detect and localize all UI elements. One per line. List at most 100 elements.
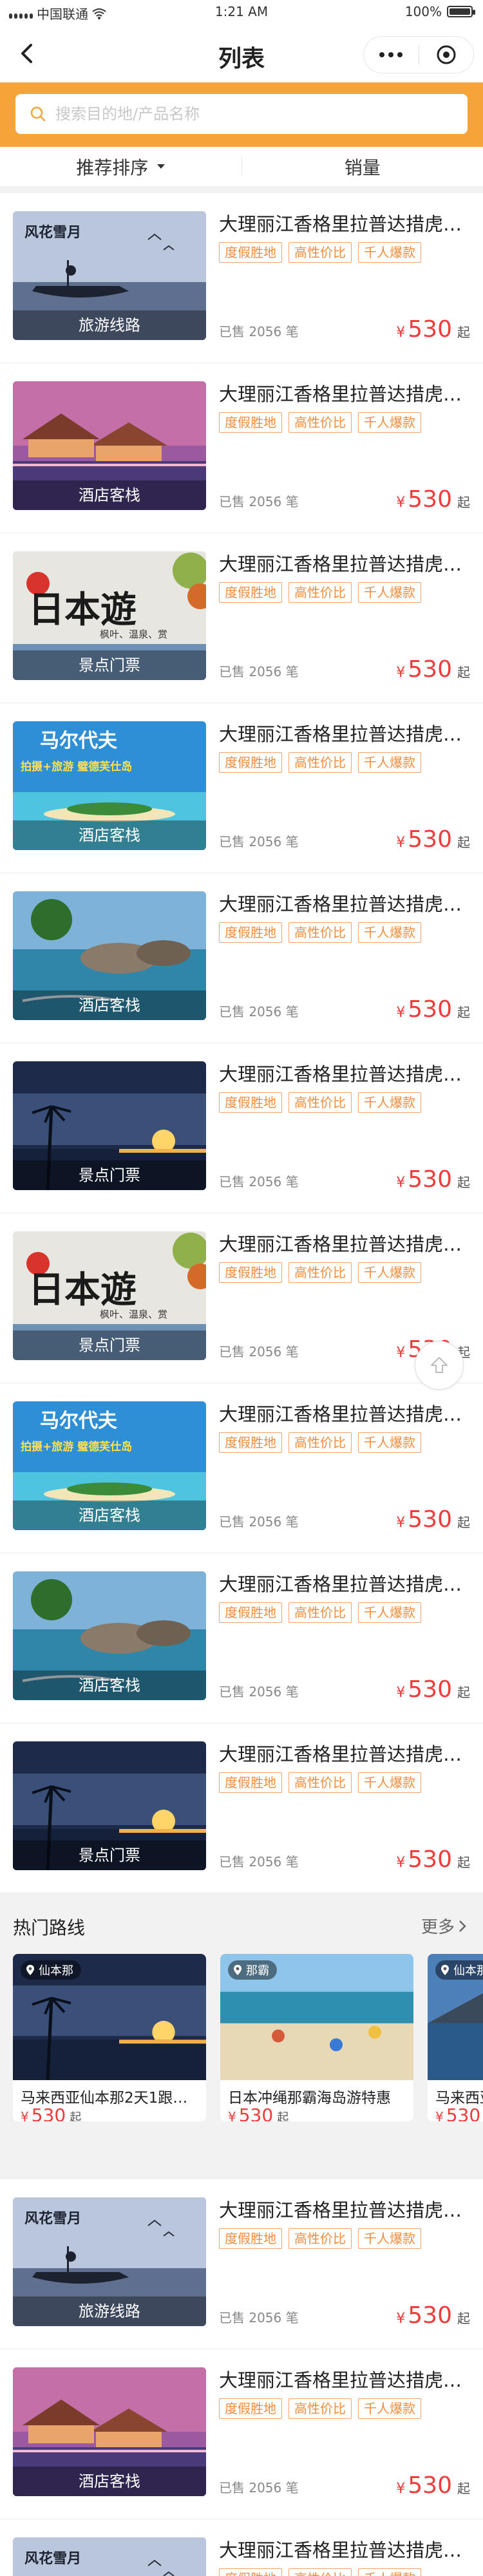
price-unit: 起: [457, 325, 470, 340]
product-price: ¥ 530 起: [396, 656, 470, 683]
product-badge: 度假胜地: [219, 242, 282, 263]
hot-route-carousel[interactable]: 仙本那 马来西亚仙本那2天1跟团游 ¥ 530 起 那霸 日本冲绳那霸海岛游特惠…: [13, 1954, 483, 2121]
product-title: 大理丽江香格里拉普达措虎跳峡: [219, 2539, 470, 2561]
product-badges: 度假胜地高性价比千人爆款: [219, 752, 470, 773]
price-unit: 起: [457, 1005, 470, 1020]
product-title: 大理丽江香格里拉普达措虎跳峡: [219, 553, 470, 575]
more-button[interactable]: [364, 37, 419, 73]
svg-text:日本遊: 日本遊: [28, 1269, 137, 1311]
close-miniprogram-button[interactable]: [419, 37, 474, 73]
target-icon: [437, 45, 456, 64]
product-title: 大理丽江香格里拉普达措虎跳峡: [219, 383, 470, 405]
navigation-bar: 列表: [0, 23, 483, 82]
sort-sales-filter[interactable]: 销量: [242, 147, 483, 186]
product-item[interactable]: 风花雪月 旅游线路 大理丽江香格里拉普达措虎跳峡 度假胜地高性价比千人爆款 已售…: [0, 2519, 483, 2576]
product-price: ¥ 530 起: [396, 2302, 470, 2329]
svg-text:风花雪月: 风花雪月: [24, 2210, 81, 2227]
hot-route-card[interactable]: 仙本那 马来西亚仙本那2天1跟团游 ¥ 530 起: [13, 1954, 206, 2121]
product-item[interactable]: 酒店客栈 大理丽江香格里拉普达措虎跳峡 度假胜地 高性价比 千人爆款 已售 2056…: [0, 363, 483, 533]
product-item[interactable]: 日本遊 枫叶、温泉、赏 景点门票 大理丽江香格里拉普达措虎跳峡 度假胜地 高性价比…: [0, 533, 483, 703]
svg-text:风花雪月: 风花雪月: [24, 2550, 81, 2567]
search-icon: [30, 106, 46, 122]
product-badges: 度假胜地高性价比千人爆款: [219, 922, 470, 943]
search-input[interactable]: [55, 105, 442, 123]
hot-routes-header: 热门路线 更多: [13, 1909, 468, 1941]
back-to-top-button[interactable]: [415, 1341, 464, 1390]
product-category-tag: 景点门票: [13, 650, 206, 680]
product-title: 大理丽江香格里拉普达措虎跳峡: [219, 723, 470, 745]
product-badge: 千人爆款: [358, 2568, 421, 2576]
svg-text:拍摄+旅游 璧德芙仕岛: 拍摄+旅游 璧德芙仕岛: [21, 760, 132, 773]
price-unit: 起: [457, 495, 470, 510]
product-item[interactable]: 风花雪月 旅游线路 大理丽江香格里拉普达措虎跳峡 度假胜地高性价比千人爆款 已售…: [0, 193, 483, 363]
product-info: 大理丽江香格里拉普达措虎跳峡 度假胜地高性价比千人爆款 已售 2056 笔 ¥ …: [219, 551, 470, 683]
battery-percent: 100%: [404, 4, 442, 19]
svg-text:风花雪月: 风花雪月: [24, 224, 81, 241]
hot-route-title: 日本冲绳那霸海岛游特惠: [228, 2090, 391, 2107]
product-badge: 高性价比: [289, 922, 352, 943]
more-label: 更多: [421, 1918, 455, 1937]
currency-symbol: ¥: [396, 1175, 406, 1191]
product-badge: 千人爆款: [358, 582, 421, 603]
battery-icon: [447, 6, 475, 17]
product-thumbnail: 酒店客栈: [13, 1571, 206, 1700]
search-box[interactable]: [15, 94, 468, 134]
battery-group: 100%: [404, 4, 475, 19]
product-info: 大理丽江香格里拉普达措虎跳峡 度假胜地高性价比千人爆款 已售 2056 笔 ¥ …: [219, 2537, 470, 2576]
product-title: 大理丽江香格里拉普达措虎跳峡: [219, 1403, 470, 1425]
product-price: ¥ 530 起: [396, 996, 470, 1023]
product-thumbnail: 马尔代夫 拍摄+旅游 璧德芙仕岛 酒店客栈: [13, 721, 206, 850]
product-badges: 度假胜地高性价比千人爆款: [219, 1432, 470, 1453]
product-price: ¥ 530 起: [396, 2472, 470, 2499]
product-item[interactable]: 马尔代夫 拍摄+旅游 璧德芙仕岛 酒店客栈 大理丽江香格里拉普达措虎跳峡 度假胜…: [0, 703, 483, 873]
product-category-tag: 酒店客栈: [13, 990, 206, 1020]
product-title: 大理丽江香格里拉普达措虎跳峡: [219, 1063, 470, 1085]
product-price: ¥ 530 起: [396, 826, 470, 853]
currency-symbol: ¥: [396, 1855, 406, 1871]
sold-count: 已售 2056 笔: [219, 1514, 299, 1530]
product-title: 大理丽江香格里拉普达措虎跳峡: [219, 2199, 470, 2221]
sold-count: 已售 2056 笔: [219, 1344, 299, 1359]
product-item[interactable]: 风花雪月 旅游线路 大理丽江香格里拉普达措虎跳峡 度假胜地高性价比千人爆款 已售…: [0, 2179, 483, 2349]
product-badge: 高性价比: [289, 1092, 352, 1113]
product-item[interactable]: 景点门票 大理丽江香格里拉普达措虎跳峡 度假胜地 高性价比 千人爆款 已售 2056…: [0, 1723, 483, 1893]
sold-count: 已售 2056 笔: [219, 324, 299, 339]
product-item[interactable]: 日本遊 枫叶、温泉、赏 景点门票 大理丽江香格里拉普达措虎跳峡 度假胜地 高性价比…: [0, 1213, 483, 1383]
product-category-tag: 酒店客栈: [13, 480, 206, 510]
more-link[interactable]: 更多: [421, 1914, 468, 1938]
product-badge: 高性价比: [289, 2228, 352, 2249]
product-item[interactable]: 酒店客栈 大理丽江香格里拉普达措虎跳峡 度假胜地 高性价比 千人爆款 已售 2056…: [0, 1553, 483, 1723]
sold-count: 已售 2056 笔: [219, 1854, 299, 1870]
svg-text:拍摄+旅游 璧德芙仕岛: 拍摄+旅游 璧德芙仕岛: [21, 1440, 132, 1454]
sort-recommended-filter[interactable]: 推荐排序: [0, 147, 242, 186]
more-dots-icon: [379, 52, 403, 57]
price-unit: 起: [457, 2311, 470, 2326]
mini-program-capsule: [363, 36, 474, 73]
product-badge: 高性价比: [289, 2398, 352, 2419]
product-badge: 高性价比: [289, 242, 352, 263]
product-badge: 千人爆款: [358, 752, 421, 773]
price-value: 530: [408, 996, 452, 1023]
product-info: 大理丽江香格里拉普达措虎跳峡 度假胜地高性价比千人爆款 已售 2056 笔 ¥ …: [219, 891, 470, 1023]
product-badges: 度假胜地高性价比千人爆款: [219, 1602, 470, 1623]
hot-route-title: 马来西亚仙本那2天1跟团游: [21, 2090, 198, 2107]
product-thumbnail: 风花雪月 旅游线路: [13, 211, 206, 340]
filter-bar: 推荐排序 销量: [0, 147, 483, 187]
sold-count: 已售 2056 笔: [219, 1174, 299, 1189]
product-thumbnail: 风花雪月 旅游线路: [13, 2197, 206, 2326]
hot-route-card[interactable]: 那霸 日本冲绳那霸海岛游特惠 ¥ 530 起: [220, 1954, 413, 2121]
product-thumbnail: 日本遊 枫叶、温泉、赏 景点门票: [13, 551, 206, 680]
product-item[interactable]: 景点门票 大理丽江香格里拉普达措虎跳峡 度假胜地 高性价比 千人爆款 已售 2056…: [0, 1043, 483, 1213]
hot-route-card[interactable]: 仙本那 马来西亚仙本那 ¥ 530 起: [428, 1954, 483, 2121]
product-badge: 度假胜地: [219, 1262, 282, 1283]
product-badge: 高性价比: [289, 1262, 352, 1283]
product-item[interactable]: 酒店客栈 大理丽江香格里拉普达措虎跳峡 度假胜地 高性价比 千人爆款 已售 2056…: [0, 2349, 483, 2519]
product-badges: 度假胜地高性价比千人爆款: [219, 1772, 470, 1793]
product-item[interactable]: 酒店客栈 大理丽江香格里拉普达措虎跳峡 度假胜地 高性价比 千人爆款 已售 2056…: [0, 873, 483, 1043]
product-item[interactable]: 马尔代夫 拍摄+旅游 璧德芙仕岛 酒店客栈 大理丽江香格里拉普达措虎跳峡 度假胜…: [0, 1383, 483, 1553]
product-thumbnail: 风花雪月 旅游线路: [13, 2537, 206, 2576]
product-badges: 度假胜地高性价比千人爆款: [219, 2228, 470, 2249]
product-info: 大理丽江香格里拉普达措虎跳峡 度假胜地高性价比千人爆款 已售 2056 笔 ¥ …: [219, 1061, 470, 1193]
sold-count: 已售 2056 笔: [219, 2480, 299, 2496]
svg-text:枫叶、温泉、赏: 枫叶、温泉、赏: [100, 1309, 167, 1320]
